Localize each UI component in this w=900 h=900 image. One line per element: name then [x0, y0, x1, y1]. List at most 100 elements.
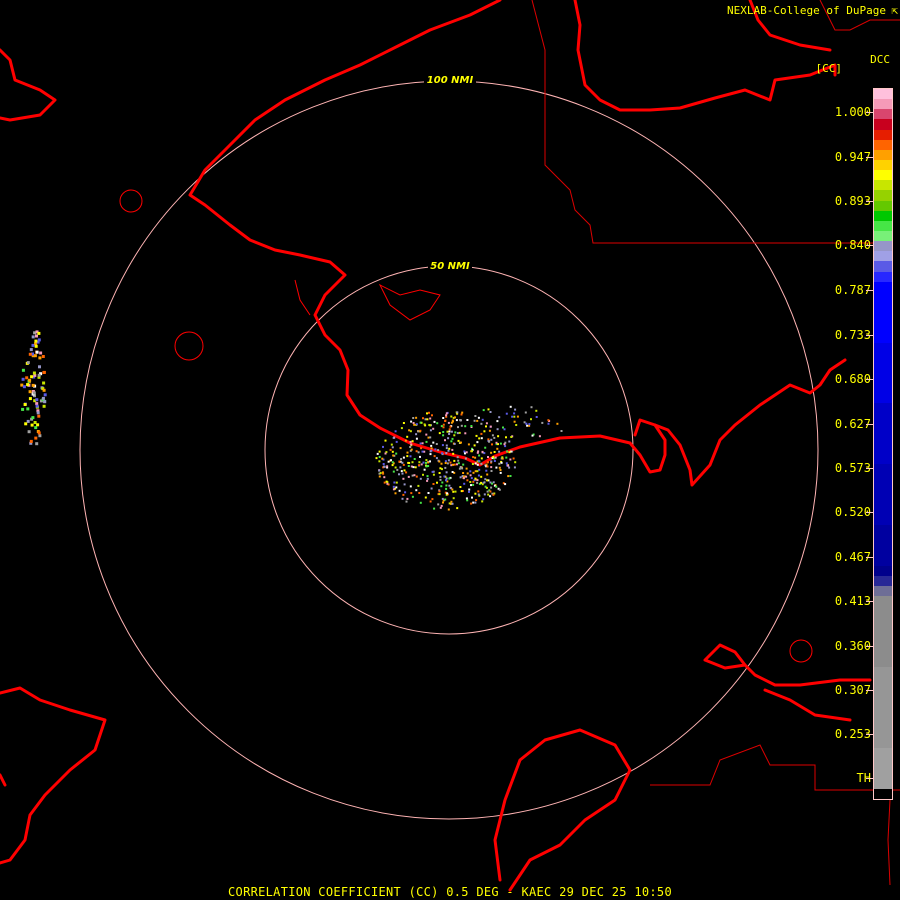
radar-return-pixel	[383, 465, 386, 468]
radar-return-pixel	[541, 421, 544, 424]
radar-return-pixel	[435, 457, 438, 460]
radar-return-pixel	[513, 466, 516, 469]
legend-color-swatch	[874, 220, 892, 231]
radar-return-pixel	[36, 423, 40, 427]
radar-return-pixel	[410, 448, 413, 451]
radar-return-pixel	[410, 443, 413, 446]
radar-return-pixel	[450, 430, 453, 433]
radar-return-pixel	[489, 411, 492, 413]
radar-return-pixel	[444, 419, 447, 422]
radar-return-pixel	[460, 441, 462, 444]
radar-return-pixel	[405, 500, 408, 503]
radar-return-pixel	[421, 450, 424, 453]
radar-return-pixel	[455, 419, 458, 422]
external-link-icon[interactable]: ⇱	[891, 4, 898, 17]
radar-return-pixel	[442, 434, 445, 437]
radar-return-pixel	[429, 436, 432, 439]
radar-return-pixel	[492, 481, 495, 484]
radar-return-pixel	[465, 451, 468, 454]
radar-return-pixel	[402, 463, 405, 466]
radar-return-pixel	[407, 475, 410, 478]
radar-return-pixel	[447, 459, 450, 462]
legend-tick-label: 0.253	[834, 727, 871, 741]
radar-return-pixel	[456, 432, 459, 435]
radar-return-pixel	[495, 441, 498, 444]
radar-return-pixel	[490, 451, 493, 454]
radar-return-pixel	[489, 425, 492, 428]
radar-return-pixel	[556, 422, 559, 425]
radar-return-pixel	[34, 436, 38, 440]
radar-return-pixel	[395, 486, 398, 489]
radar-return-pixel	[468, 490, 470, 493]
radar-return-pixel	[413, 458, 416, 460]
radar-return-pixel	[452, 452, 455, 455]
radar-return-pixel	[439, 467, 442, 470]
boundary-lines	[531, 0, 900, 886]
radar-return-pixel	[487, 456, 489, 458]
radar-return-pixel	[460, 413, 463, 416]
radar-return-pixel	[42, 370, 46, 374]
radar-return-pixel	[392, 436, 395, 439]
legend-tick-mark	[866, 112, 873, 113]
radar-return-pixel	[417, 451, 420, 454]
radar-return-pixel	[491, 434, 494, 437]
radar-return-pixel	[427, 465, 430, 467]
radar-return-pixel	[480, 437, 483, 440]
legend-color-swatch	[874, 129, 892, 140]
radar-return-pixel	[440, 504, 443, 507]
radar-return-pixel	[463, 450, 466, 453]
radar-return-pixel	[415, 475, 418, 478]
legend-tick-label: 0.413	[834, 594, 871, 608]
legend-color-swatch	[874, 180, 892, 191]
legend-color-swatch	[874, 667, 892, 749]
radar-return-pixel	[507, 464, 510, 467]
radar-return-pixel	[26, 407, 30, 411]
radar-return-pixel	[438, 432, 441, 435]
radar-return-pixel	[426, 479, 429, 482]
radar-return-pixel	[478, 468, 481, 471]
radar-return-pixel	[528, 423, 531, 426]
legend-color-swatch	[874, 241, 892, 252]
radar-return-pixel	[441, 452, 444, 455]
radar-return-pixel	[25, 376, 29, 380]
radar-return-pixel	[509, 475, 512, 477]
radar-return-pixel	[386, 465, 389, 468]
radar-return-pixel	[448, 447, 451, 450]
radar-return-pixel	[415, 489, 418, 492]
radar-return-pixel	[437, 503, 440, 506]
legend-tick-label: TH	[856, 771, 871, 785]
radar-return-pixel	[419, 429, 422, 432]
radar-return-pixel	[402, 493, 405, 496]
legend-color-swatch	[874, 748, 892, 789]
radar-return-pixel	[472, 456, 475, 459]
radar-return-pixel	[438, 460, 441, 463]
radar-return-pixel	[511, 415, 514, 418]
radar-return-pixel	[383, 481, 386, 484]
radar-return-pixel	[37, 431, 41, 435]
legend-tick-mark	[866, 424, 873, 425]
radar-return-pixel	[394, 492, 397, 495]
radar-return-pixel	[37, 338, 41, 342]
radar-return-pixel	[425, 440, 428, 443]
radar-return-pixel	[488, 440, 490, 443]
radar-return-pixel	[38, 434, 42, 438]
radar-return-pixel	[454, 431, 457, 434]
radar-return-pixel	[485, 486, 488, 489]
radar-return-pixel	[473, 444, 476, 447]
radar-return-pixel	[406, 435, 409, 438]
radar-return-pixel	[464, 457, 467, 460]
radar-return-pixel	[451, 437, 454, 440]
radar-return-pixel	[466, 419, 469, 421]
radar-return-pixel	[28, 378, 32, 382]
radar-return-pixel	[21, 368, 25, 372]
radar-return-pixel	[415, 416, 418, 419]
radar-return-pixel	[417, 484, 420, 487]
radar-return-pixel	[496, 447, 499, 450]
radar-return-pixel	[453, 434, 456, 437]
radar-return-pixel	[452, 463, 454, 466]
radar-return-pixel	[398, 489, 401, 492]
radar-return-pixel	[496, 420, 499, 423]
radar-return-pixel	[37, 331, 41, 335]
radar-return-pixel	[31, 383, 35, 387]
legend-color-swatch	[874, 109, 892, 120]
